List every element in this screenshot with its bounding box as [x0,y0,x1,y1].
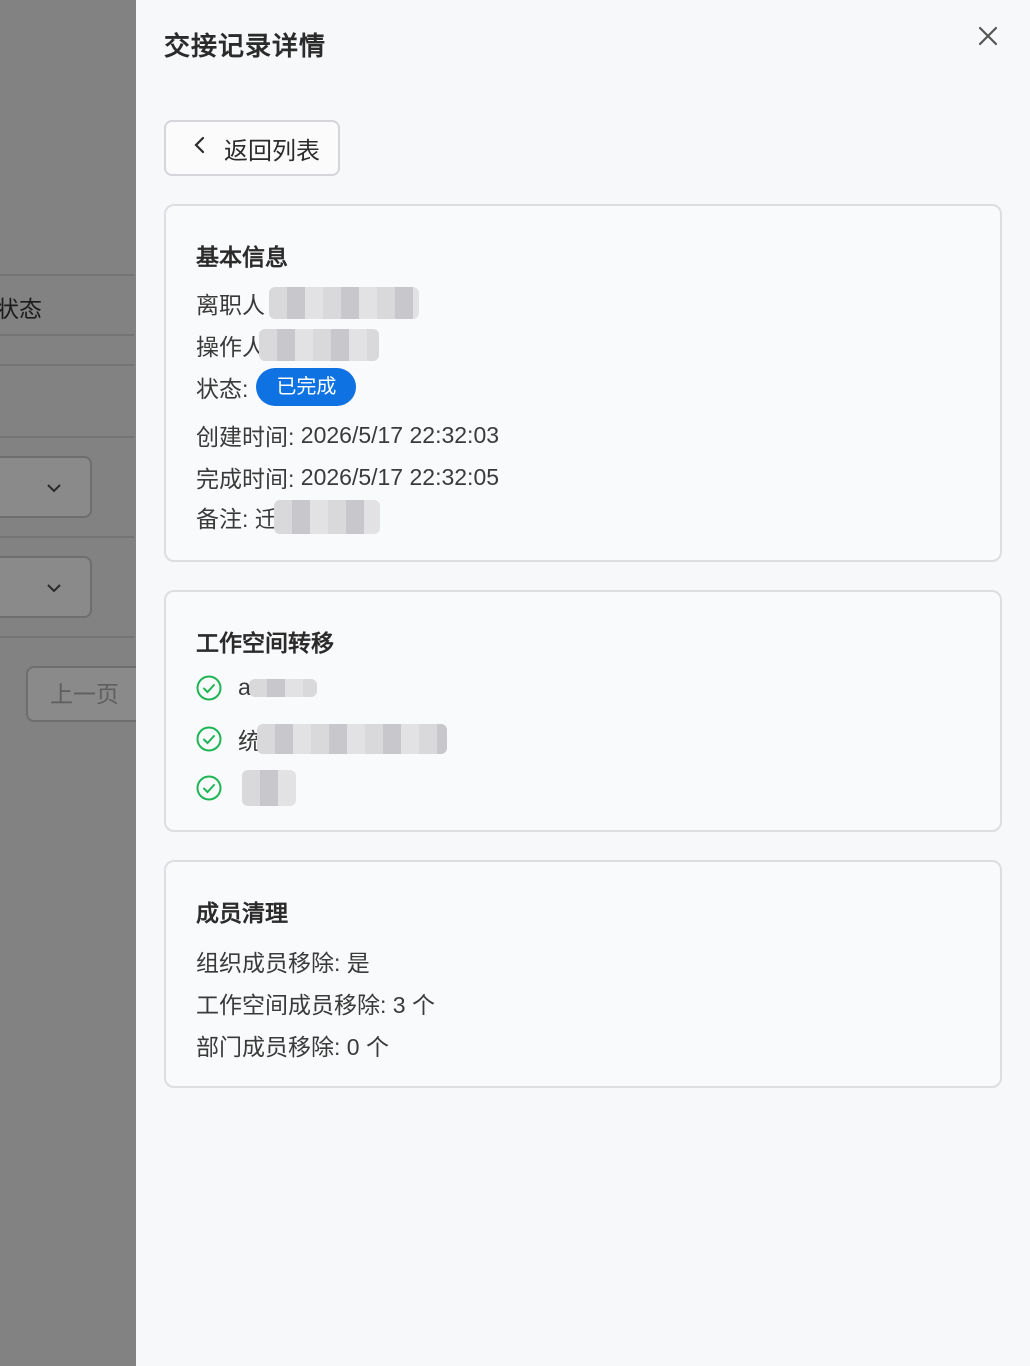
prev-page-button[interactable]: 上一页 [26,666,136,722]
dept-removal-label: 部门成员移除: [196,1034,341,1060]
note-label: 备注: [196,506,249,532]
workspace-removal-row: 工作空间成员移除: 3 个 [196,986,435,1020]
filter-select[interactable] [0,556,92,618]
chevron-down-icon [44,478,64,503]
list-item: 统 [196,722,447,756]
back-to-list-button[interactable]: 返回列表 [164,120,340,176]
divider [0,364,134,366]
workspace-transfer-card: 工作空间转移 a 统 [164,590,1002,832]
org-removal-value: 是 [346,950,370,976]
divider [0,274,134,276]
close-button[interactable] [972,22,1004,54]
divider [0,436,134,438]
card-title: 工作空间转移 [196,630,334,656]
page-backdrop[interactable]: 状态 上一页 [0,0,136,1366]
workspace-removal-value: 3 个 [392,992,435,1018]
leaver-label: 离职人 [196,292,265,318]
status-row: 状态: 已完成 [196,368,357,406]
note-row: 备注: 迁 [196,500,380,534]
close-icon [977,25,999,52]
org-removal-label: 组织成员移除: [196,950,341,976]
status-column-header: 状态 [0,296,42,322]
leaver-row: 离职人 [196,286,419,320]
redacted-value [269,287,419,319]
completed-value: 2026/5/17 22:32:05 [300,463,500,490]
divider [0,636,134,638]
operator-label: 操作人 [196,334,265,360]
status-label: 状态: [196,376,249,402]
completed-label: 完成时间: [196,466,295,492]
operator-row: 操作人 [196,328,379,362]
dept-removal-value: 0 个 [346,1034,389,1060]
redacted-value [257,724,447,754]
list-item [196,770,296,806]
divider [0,334,134,336]
redacted-value [242,770,296,806]
created-label: 创建时间: [196,424,295,450]
status-badge: 已完成 [256,368,357,406]
created-time-row: 创建时间: 2026/5/17 22:32:03 [196,418,499,452]
chevron-left-icon [192,134,206,162]
workspace-removal-label: 工作空间成员移除: [196,992,387,1018]
redacted-value [248,678,317,697]
member-cleanup-card: 成员清理 组织成员移除: 是 工作空间成员移除: 3 个 部门成员移除: 0 个 [164,860,1002,1088]
drawer-title: 交接记录详情 [164,31,327,61]
org-removal-row: 组织成员移除: 是 [196,944,370,978]
check-circle-icon [196,726,222,752]
redacted-value [259,329,379,361]
card-title: 成员清理 [196,900,288,926]
redacted-value [273,500,380,534]
filter-select[interactable] [0,456,92,518]
dept-removal-row: 部门成员移除: 0 个 [196,1028,389,1062]
created-value: 2026/5/17 22:32:03 [300,421,500,448]
list-item: a [196,674,317,701]
check-circle-icon [196,775,222,801]
detail-drawer: 交接记录详情 返回列表 基本信息 离职人 操作人 状态: 已完成 创建时间: 2… [136,0,1030,1366]
chevron-down-icon [44,578,64,603]
completed-time-row: 完成时间: 2026/5/17 22:32:05 [196,460,499,494]
back-label: 返回列表 [224,137,320,165]
divider [0,536,134,538]
card-title: 基本信息 [196,244,288,270]
basic-info-card: 基本信息 离职人 操作人 状态: 已完成 创建时间: 2026/5/17 22:… [164,204,1002,562]
check-circle-icon [196,675,222,701]
